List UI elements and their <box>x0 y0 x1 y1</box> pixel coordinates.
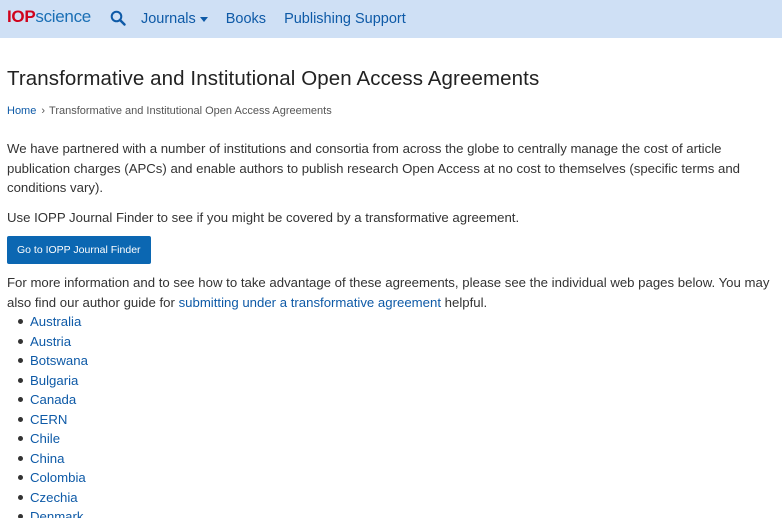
country-link-canada[interactable]: Canada <box>30 392 76 407</box>
country-link-chile[interactable]: Chile <box>30 431 60 446</box>
country-link-botswana[interactable]: Botswana <box>30 353 88 368</box>
more-info-text-after: helpful. <box>440 294 488 310</box>
list-item: China <box>7 449 775 469</box>
bullet-icon <box>18 514 23 518</box>
list-item: Colombia <box>7 468 775 488</box>
nav-journals-label: Journals <box>140 11 196 27</box>
list-item: Canada <box>7 390 775 410</box>
iopscience-logo[interactable]: IOP science <box>7 7 91 27</box>
chevron-down-icon <box>199 17 208 22</box>
intro-paragraph: We have partnered with a number of insti… <box>7 141 741 195</box>
site-header: IOP science Journals Books Publishing Sup… <box>0 0 782 38</box>
bullet-icon <box>18 377 23 383</box>
page-title: Transformative and Institutional Open Ac… <box>7 67 540 90</box>
country-link-china[interactable]: China <box>30 451 64 466</box>
main-content: Transformative and Institutional Open Ac… <box>0 67 782 518</box>
bullet-icon <box>18 436 23 442</box>
nav-journals-dropdown[interactable]: Journals <box>141 11 208 27</box>
bullet-icon <box>18 338 23 344</box>
logo-iop-text: IOP <box>7 7 36 26</box>
bullet-icon <box>18 475 23 481</box>
list-item: Denmark <box>7 507 775 518</box>
chevron-right-icon: › <box>41 105 46 117</box>
bullet-icon <box>18 416 23 422</box>
list-item: CERN <box>7 410 775 430</box>
bullet-icon <box>18 319 23 325</box>
country-link-czechia[interactable]: Czechia <box>30 490 78 505</box>
bullet-icon <box>18 397 23 403</box>
list-item: Australia <box>7 312 775 332</box>
country-link-denmark[interactable]: Denmark <box>30 509 84 518</box>
country-link-colombia[interactable]: Colombia <box>30 470 86 485</box>
bullet-icon <box>18 455 23 461</box>
country-link-australia[interactable]: Australia <box>30 314 81 329</box>
author-guide-link[interactable]: submitting under a transformative agreem… <box>179 295 441 310</box>
breadcrumb: Home › Transformative and Institutional … <box>7 105 775 117</box>
logo-science-text: science <box>35 7 91 26</box>
country-link-bulgaria[interactable]: Bulgaria <box>30 373 78 388</box>
list-item: Czechia <box>7 488 775 508</box>
bullet-icon <box>18 358 23 364</box>
journal-finder-button[interactable]: Go to IOPP Journal Finder <box>7 236 151 264</box>
list-item: Bulgaria <box>7 371 775 391</box>
list-item: Chile <box>7 429 775 449</box>
country-link-cern[interactable]: CERN <box>30 412 67 427</box>
list-item: Botswana <box>7 351 775 371</box>
nav-publishing-support[interactable]: Publishing Support <box>284 11 406 27</box>
list-item: Austria <box>7 332 775 352</box>
country-link-austria[interactable]: Austria <box>30 334 71 349</box>
more-info-paragraph: For more information and to see how to t… <box>7 273 777 312</box>
journal-finder-text: Use IOPP Journal Finder to see if you mi… <box>7 209 520 225</box>
bullet-icon <box>18 494 23 500</box>
nav-books[interactable]: Books <box>226 11 266 27</box>
breadcrumb-home-link[interactable]: Home <box>7 105 36 117</box>
breadcrumb-current: Transformative and Institutional Open Ac… <box>49 105 332 117</box>
search-icon[interactable] <box>110 10 126 26</box>
country-list: Australia Austria Botswana Bulgaria Cana… <box>7 312 775 518</box>
